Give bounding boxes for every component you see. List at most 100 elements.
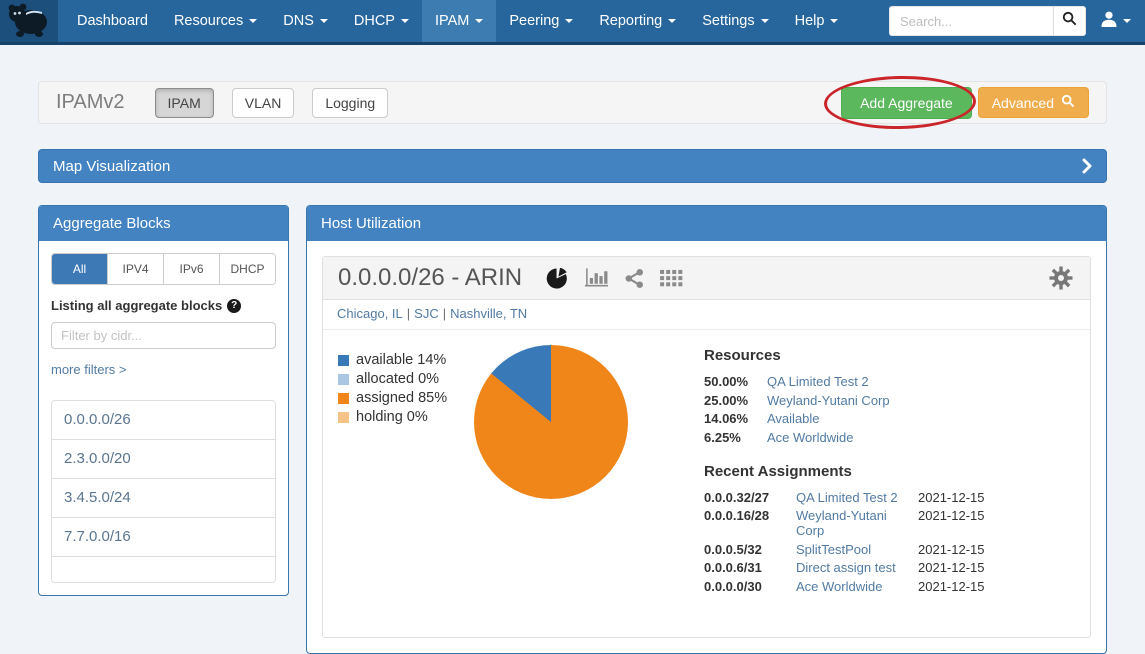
list-item-block[interactable]: 2.3.0.0/20 — [52, 439, 275, 478]
assignment-cidr: 0.0.0.0/30 — [704, 579, 796, 594]
list-item-block[interactable]: 0.0.0.0/26 — [52, 401, 275, 439]
utilization-content: available 14% allocated 0% assigned 85% … — [323, 330, 1090, 637]
utilization-pie-chart[interactable] — [474, 345, 628, 499]
assignment-link[interactable]: Direct assign test — [796, 560, 918, 575]
resource-row: 25.00%Weyland-Yutani Corp — [704, 393, 1069, 408]
aggregate-block-list: 0.0.0.0/26 2.3.0.0/20 3.4.5.0/24 7.7.0.0… — [51, 400, 276, 583]
caret-down-icon — [1123, 19, 1131, 23]
panda-logo-icon — [6, 0, 52, 43]
help-question-icon[interactable]: ? — [227, 299, 241, 313]
resource-row: 14.06%Available — [704, 411, 1069, 426]
resource-link[interactable]: Weyland-Yutani Corp — [767, 393, 1069, 408]
tab-vlan[interactable]: VLAN — [232, 88, 295, 118]
user-menu[interactable] — [1096, 10, 1135, 33]
legend-item-assigned: assigned 85% — [338, 389, 464, 408]
nav-label: DNS — [283, 13, 314, 29]
legend-label: available 14% — [356, 351, 446, 370]
host-utilization-body: 0.0.0.0/26 - ARIN — [307, 241, 1106, 653]
aggregate-blocks-panel: Aggregate Blocks All IPV4 IPv6 DHCP List… — [38, 205, 289, 596]
nav-item-dashboard[interactable]: Dashboard — [64, 0, 161, 42]
caret-down-icon — [475, 19, 483, 23]
add-aggregate-button[interactable]: Add Aggregate — [841, 87, 972, 119]
page-content: IPAMv2 IPAM VLAN Logging Add Aggregate A… — [0, 81, 1145, 654]
resource-link[interactable]: QA Limited Test 2 — [767, 374, 1069, 389]
nav-item-dhcp[interactable]: DHCP — [341, 0, 422, 42]
toolbar-actions: Add Aggregate Advanced — [841, 87, 1089, 119]
nav-label: Peering — [509, 13, 559, 29]
assignment-date: 2021-12-15 — [918, 542, 1069, 557]
gear-icon[interactable] — [1049, 266, 1073, 290]
nav-item-resources[interactable]: Resources — [161, 0, 270, 42]
assignment-cidr: 0.0.0.32/27 — [704, 490, 796, 505]
nav-label: Help — [795, 13, 825, 29]
legend-swatch — [338, 374, 349, 385]
location-link[interactable]: SJC — [414, 306, 439, 321]
assignment-link[interactable]: Ace Worldwide — [796, 579, 918, 594]
aggregate-blocks-header: Aggregate Blocks — [39, 206, 288, 241]
list-item-block[interactable]: 3.4.5.0/24 — [52, 478, 275, 517]
pie-chart-view-icon[interactable] — [546, 267, 569, 290]
main-menu: Dashboard Resources DNS DHCP IPAM Peerin… — [64, 0, 851, 42]
nav-label: IPAM — [435, 13, 469, 29]
nav-label: Resources — [174, 13, 243, 29]
assignment-row: 0.0.0.16/28Weyland-Yutani Corp2021-12-15 — [704, 508, 1069, 538]
nav-item-help[interactable]: Help — [782, 0, 852, 42]
search-icon — [1061, 94, 1075, 111]
assignment-row: 0.0.0.0/30Ace Worldwide2021-12-15 — [704, 579, 1069, 594]
bar-chart-view-icon[interactable] — [584, 267, 609, 289]
caret-down-icon — [401, 19, 409, 23]
assignment-row: 0.0.0.32/27QA Limited Test 22021-12-15 — [704, 490, 1069, 505]
assignment-date: 2021-12-15 — [918, 490, 1069, 505]
list-item-block[interactable]: 7.7.0.0/16 — [52, 517, 275, 556]
legend-swatch — [338, 412, 349, 423]
assignment-date: 2021-12-15 — [918, 560, 1069, 575]
legend-swatch — [338, 393, 349, 404]
legend-label: assigned 85% — [356, 389, 447, 408]
nav-label: Dashboard — [77, 13, 148, 29]
content-columns: Aggregate Blocks All IPV4 IPv6 DHCP List… — [38, 205, 1107, 654]
search-input[interactable] — [889, 6, 1053, 36]
share-icon[interactable] — [624, 268, 645, 289]
resource-percent: 50.00% — [704, 374, 767, 389]
nav-item-reporting[interactable]: Reporting — [586, 0, 689, 42]
caret-down-icon — [668, 19, 676, 23]
nav-item-peering[interactable]: Peering — [496, 0, 586, 42]
assignment-cidr: 0.0.0.16/28 — [704, 508, 796, 538]
resource-percent: 14.06% — [704, 411, 767, 426]
tab-logging[interactable]: Logging — [312, 88, 388, 118]
tab-all[interactable]: All — [52, 254, 107, 284]
tab-ipam[interactable]: IPAM — [155, 88, 214, 118]
resource-link[interactable]: Ace Worldwide — [767, 430, 1069, 445]
separator: | — [439, 306, 450, 321]
advanced-button[interactable]: Advanced — [978, 87, 1089, 118]
listing-label-text: Listing all aggregate blocks — [51, 298, 222, 313]
caret-down-icon — [830, 19, 838, 23]
pie-legend: available 14% allocated 0% assigned 85% … — [338, 351, 464, 597]
nav-label: Settings — [702, 13, 754, 29]
tab-ipv6[interactable]: IPv6 — [163, 254, 219, 284]
location-link[interactable]: Nashville, TN — [450, 306, 527, 321]
grid-view-icon[interactable] — [660, 269, 683, 288]
tab-dhcp[interactable]: DHCP — [219, 254, 275, 284]
tab-ipv4[interactable]: IPV4 — [107, 254, 163, 284]
resource-link[interactable]: Available — [767, 411, 1069, 426]
nav-item-settings[interactable]: Settings — [689, 0, 781, 42]
assignment-link[interactable]: QA Limited Test 2 — [796, 490, 918, 505]
assignment-link[interactable]: Weyland-Yutani Corp — [796, 508, 918, 538]
location-link[interactable]: Chicago, IL — [337, 306, 403, 321]
map-visualization-label: Map Visualization — [53, 158, 170, 175]
block-title: 0.0.0.0/26 - ARIN — [338, 264, 522, 292]
cidr-filter-input[interactable] — [51, 322, 276, 349]
assignment-link[interactable]: SplitTestPool — [796, 542, 918, 557]
map-visualization-bar[interactable]: Map Visualization — [38, 149, 1107, 183]
recent-assignments-heading: Recent Assignments — [704, 463, 1069, 480]
more-filters-link[interactable]: more filters > — [51, 362, 127, 377]
nav-item-dns[interactable]: DNS — [270, 0, 341, 42]
resource-percent: 25.00% — [704, 393, 767, 408]
caret-down-icon — [320, 19, 328, 23]
resource-percent: 6.25% — [704, 430, 767, 445]
search-button[interactable] — [1053, 6, 1086, 36]
location-links: Chicago, IL|SJC|Nashville, TN — [323, 300, 1090, 330]
app-logo[interactable] — [0, 0, 58, 42]
nav-item-ipam[interactable]: IPAM — [422, 0, 496, 42]
